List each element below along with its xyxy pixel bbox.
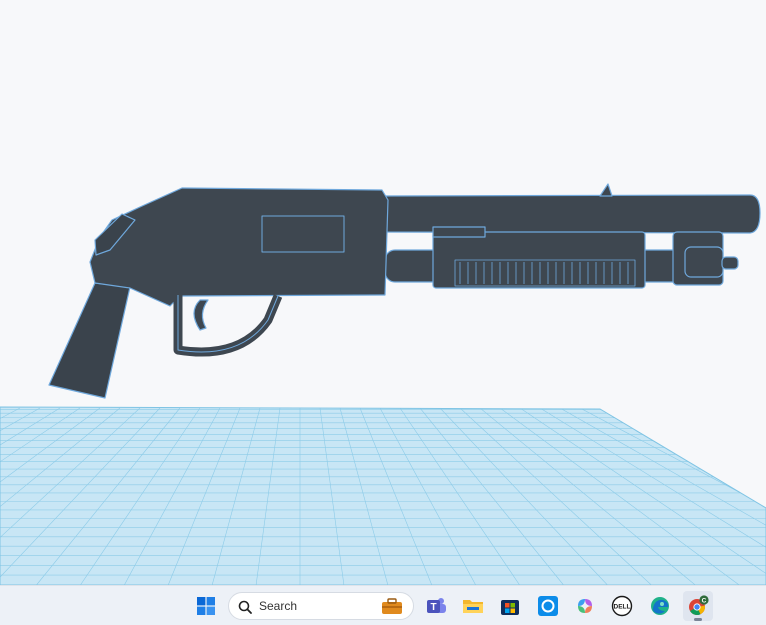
search-label: Search <box>259 599 298 613</box>
cortana-button[interactable] <box>533 591 563 621</box>
dell-logo-icon: DELL <box>611 595 633 617</box>
taskbar: Search T DELL C <box>0 585 766 625</box>
front-sight <box>599 183 613 197</box>
dell-logo-text: DELL <box>614 604 631 611</box>
cap-nub <box>721 256 739 270</box>
pistol-grip <box>48 282 131 399</box>
chrome-button[interactable]: C <box>683 591 713 621</box>
search-box[interactable]: Search <box>228 592 414 620</box>
trigger-guard <box>173 294 283 357</box>
search-icon <box>238 600 252 614</box>
folder-icon <box>463 600 483 613</box>
chrome-icon: C <box>689 595 709 615</box>
3d-viewport[interactable] <box>0 0 766 585</box>
teams-icon: T <box>427 598 446 613</box>
dell-button[interactable]: DELL <box>607 591 637 621</box>
microsoft-store-button[interactable] <box>495 591 525 621</box>
start-button[interactable] <box>191 591 221 621</box>
file-explorer-button[interactable] <box>458 591 488 621</box>
chrome-profile-badge: C <box>702 597 707 604</box>
receiver <box>89 187 389 307</box>
copilot-button[interactable] <box>570 591 600 621</box>
edge-button[interactable] <box>645 591 675 621</box>
trigger <box>193 299 209 331</box>
cortana-icon <box>538 596 558 616</box>
magazine-cap <box>684 246 724 278</box>
teams-button[interactable]: T <box>421 591 451 621</box>
store-icon <box>501 600 519 615</box>
copilot-icon <box>578 599 592 613</box>
windows-logo-icon <box>197 597 215 615</box>
shotgun-model[interactable] <box>48 183 761 399</box>
svg-text:T: T <box>430 602 436 613</box>
briefcase-icon <box>382 598 402 614</box>
edge-icon <box>651 597 669 615</box>
workplane-grid[interactable] <box>0 406 766 585</box>
